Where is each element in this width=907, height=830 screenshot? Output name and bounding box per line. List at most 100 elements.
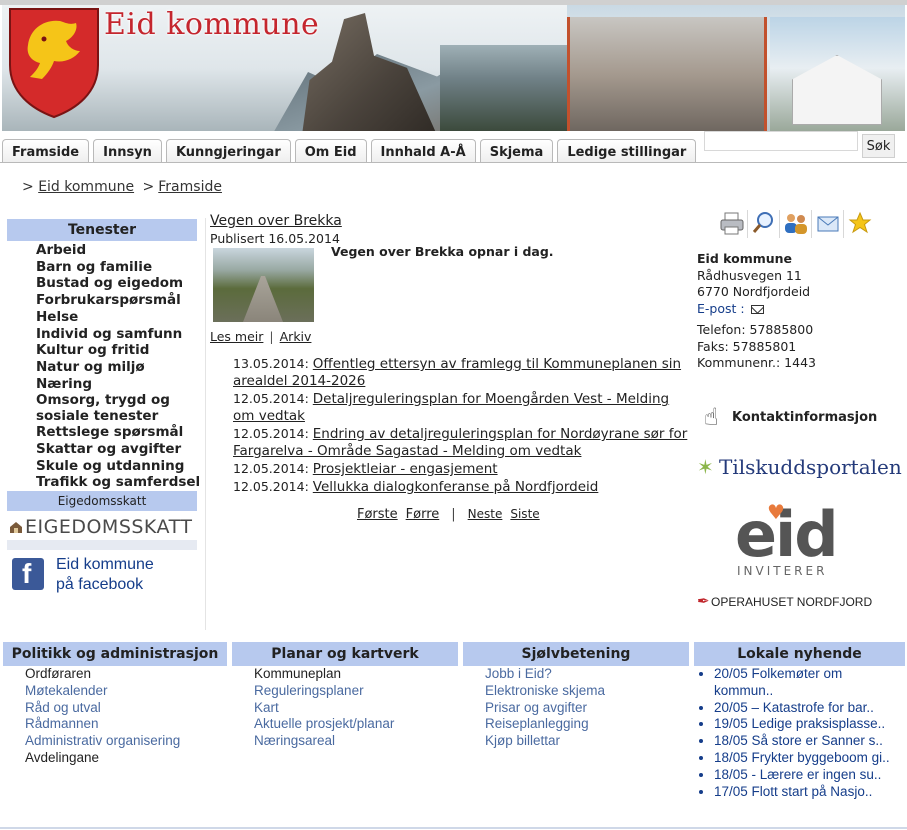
sidebar-item-omsorg-line1[interactable]: Omsorg, trygd og <box>36 392 200 408</box>
footer-heading-planar: Planar og kartverk <box>232 642 458 666</box>
pager-last[interactable]: Siste <box>510 507 539 521</box>
tab-kunngjeringar[interactable]: Kunngjeringar <box>165 139 291 163</box>
footer-col-planar: Planar og kartverk Kommuneplan Regulerin… <box>232 642 458 750</box>
footer-col-sjolvbetening: Sjølvbetening Jobb i Eid? Elektroniske s… <box>463 642 689 750</box>
sidebar-item-trafikk-og-samferdsel[interactable]: Trafikk og samferdsel <box>36 474 200 491</box>
breadcrumb-prefix: > <box>22 179 34 195</box>
sidebar-item-individ-og-samfunn[interactable]: Individ og samfunn <box>36 326 200 343</box>
zoom-icon[interactable] <box>750 210 780 238</box>
footer-link-elektroniske-skjema[interactable]: Elektroniske skjema <box>485 683 689 700</box>
footer-list-sjolvbetening: Jobb i Eid? Elektroniske skjema Prisar o… <box>463 666 689 750</box>
news-date: 12.05.2014: <box>233 391 309 406</box>
footer-link-kart[interactable]: Kart <box>254 700 458 717</box>
sidebar-item-barn-og-familie[interactable]: Barn og familie <box>36 259 200 276</box>
pager-next[interactable]: Neste <box>468 507 503 521</box>
tab-innsyn[interactable]: Innsyn <box>93 139 162 163</box>
tab-ledige-stillingar[interactable]: Ledige stillingar <box>557 139 697 163</box>
sidebar-item-helse[interactable]: Helse <box>36 309 200 326</box>
news-list: 13.05.2014: Offentleg ettersyn av framleg… <box>233 355 688 496</box>
tab-innhald-a-aa[interactable]: Innhald A-Å <box>370 139 476 163</box>
services-list: Arbeid Barn og familie Bustad og eigedom… <box>36 242 200 491</box>
local-news-item[interactable]: 18/05 Så store er Sanner s.. <box>714 733 905 750</box>
footer-link-naeringsareal[interactable]: Næringsareal <box>254 733 458 750</box>
footer-link-reguleringsplaner[interactable]: Reguleringsplaner <box>254 683 458 700</box>
local-news-item[interactable]: 18/05 Frykter byggeboom gi.. <box>714 750 905 767</box>
printer-icon-graphic <box>720 212 744 235</box>
news-link[interactable]: Prosjektleiar - engasjement <box>313 461 498 477</box>
facebook-icon: f <box>12 558 44 590</box>
breadcrumb-link-framside[interactable]: Framside <box>158 179 222 195</box>
footer-link-motekalender[interactable]: Møtekalender <box>25 683 227 700</box>
list-item: 12.05.2014: Vellukka dialogkonferanse på … <box>233 478 688 496</box>
footer-list-planar: Kommuneplan Reguleringsplaner Kart Aktue… <box>232 666 458 750</box>
page-tools <box>718 210 876 238</box>
links-separator: | <box>269 329 274 344</box>
footer-link-radmannen[interactable]: Rådmannen <box>25 716 227 733</box>
news-date: 13.05.2014: <box>233 356 309 371</box>
sidebar-item-arbeid[interactable]: Arbeid <box>36 242 200 259</box>
local-news-item[interactable]: 19/05 Ledige praksisplasse.. <box>714 716 905 733</box>
bottom-divider <box>0 827 907 829</box>
footer-link-kjop-billettar[interactable]: Kjøp billettar <box>485 733 689 750</box>
sidebar-item-rettslege-sporsmal[interactable]: Rettslege spørsmål <box>36 424 200 441</box>
facebook-link[interactable]: f Eid kommune på facebook <box>10 556 200 604</box>
pager-first[interactable]: Første <box>357 507 398 522</box>
banner-street-photo <box>567 17 767 131</box>
footer-link-aktuelle-prosjekt[interactable]: Aktuelle prosjekt/planar <box>254 716 458 733</box>
footer-link-jobb-i-eid[interactable]: Jobb i Eid? <box>485 666 689 683</box>
footer-link-avdelingane[interactable]: Avdelingane <box>25 750 227 767</box>
site-logo-text[interactable]: Eid kommune <box>104 7 319 42</box>
archive-link[interactable]: Arkiv <box>280 329 312 344</box>
sidebar-item-omsorg-line2[interactable]: sosiale tenester <box>36 408 200 424</box>
sidebar-item-naering[interactable]: Næring <box>36 376 200 393</box>
sidebar-item-natur-og-miljo[interactable]: Natur og miljø <box>36 359 200 376</box>
search-button[interactable]: Søk <box>862 134 895 158</box>
local-news-item[interactable]: 18/05 - Lærere er ingen su.. <box>714 767 905 784</box>
read-more-link[interactable]: Les meir <box>210 329 263 344</box>
main-nav-tabs: Framside Innsyn Kunngjeringar Om Eid Inn… <box>2 139 697 163</box>
search-input[interactable] <box>704 131 858 151</box>
tab-om-eid[interactable]: Om Eid <box>294 139 367 163</box>
footer-link-ordforaren[interactable]: Ordføraren <box>25 666 227 683</box>
news-link[interactable]: Vellukka dialogkonferanse på Nordfjordei… <box>313 479 599 495</box>
list-item: 12.05.2014: Detaljreguleringsplan for Moe… <box>233 390 688 425</box>
envelope-icon[interactable] <box>750 304 764 314</box>
sidebar-item-skattar-og-avgifter[interactable]: Skattar og avgifter <box>36 441 200 458</box>
sidebar-item-forbrukarsporsmal[interactable]: Forbrukarspørsmål <box>36 292 200 309</box>
featured-article-image[interactable] <box>213 248 314 322</box>
tilskudd-star-icon: ✶ <box>697 455 714 479</box>
contact-postal: 6770 Nordfjordeid <box>697 284 811 299</box>
pointing-hand-icon: ☝ <box>704 403 719 431</box>
footer-link-prisar-og-avgifter[interactable]: Prisar og avgifter <box>485 700 689 717</box>
pager-separator: | <box>451 507 456 522</box>
pager-prev[interactable]: Førre <box>406 507 440 522</box>
breadcrumb-link-eid-kommune[interactable]: Eid kommune <box>38 179 134 195</box>
tab-framside[interactable]: Framside <box>2 139 90 163</box>
email-label: E-post <box>697 300 737 316</box>
coat-of-arms-icon[interactable] <box>8 7 100 119</box>
sidebar-item-bustad-og-eigedom[interactable]: Bustad og eigedom <box>36 275 200 292</box>
footer-link-reiseplanlegging[interactable]: Reiseplanlegging <box>485 716 689 733</box>
contact-info-label: Kontaktinformasjon <box>732 410 878 425</box>
tab-skjema[interactable]: Skjema <box>479 139 554 163</box>
sidebar-heading-eigedomsskatt: Eigedomsskatt <box>7 491 197 511</box>
email-link[interactable]: E-post : <box>697 301 745 316</box>
sidebar-item-kultur-og-fritid[interactable]: Kultur og fritid <box>36 342 200 359</box>
favourite-star-icon[interactable] <box>846 210 876 238</box>
news-date: 12.05.2014: <box>233 426 309 441</box>
email-icon[interactable] <box>814 210 844 238</box>
users-icon[interactable] <box>782 210 812 238</box>
featured-article-title[interactable]: Vegen over Brekka <box>210 213 342 229</box>
sidebar-item-skule-og-utdanning[interactable]: Skule og utdanning <box>36 458 200 475</box>
eid-inviterer-banner[interactable]: eid ♥ INVITERER <box>733 490 841 582</box>
eigedomsskatt-divider <box>7 540 197 550</box>
footer-link-administrativ-organisering[interactable]: Administrativ organisering <box>25 733 227 750</box>
local-news-item[interactable]: 17/05 Flott start på Nasjo.. <box>714 784 905 801</box>
local-news-item[interactable]: 20/05 – Katastrofe for bar.. <box>714 700 905 717</box>
printer-icon[interactable] <box>718 210 748 238</box>
road-graphic <box>243 276 283 322</box>
footer-link-kommuneplan[interactable]: Kommuneplan <box>254 666 458 683</box>
facebook-text-line1: Eid kommune <box>56 556 154 573</box>
footer-link-rad-og-utval[interactable]: Råd og utval <box>25 700 227 717</box>
local-news-item[interactable]: 20/05 Folkemøter om kommun.. <box>714 666 905 700</box>
